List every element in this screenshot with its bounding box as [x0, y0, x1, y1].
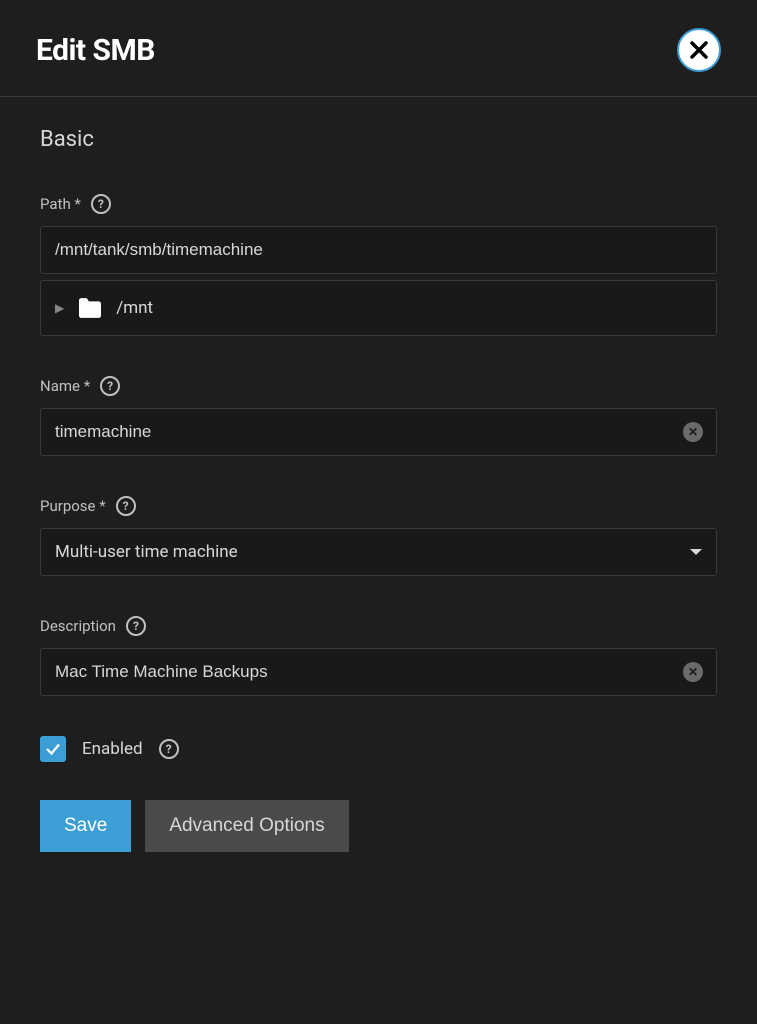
- name-input-wrapper: ✕: [40, 408, 717, 456]
- purpose-select-wrapper: Multi-user time machine: [40, 528, 717, 576]
- description-input[interactable]: [40, 648, 717, 696]
- path-field: Path * ? ▶ /mnt: [40, 194, 717, 336]
- close-icon: ✕: [688, 425, 698, 439]
- chevron-down-icon: [690, 549, 702, 555]
- tree-expand-icon[interactable]: ▶: [55, 301, 64, 315]
- page-title: Edit SMB: [36, 33, 155, 68]
- panel-header: Edit SMB: [0, 0, 757, 97]
- help-icon[interactable]: ?: [126, 616, 146, 636]
- description-field: Description ? ✕: [40, 616, 717, 696]
- name-input[interactable]: [40, 408, 717, 456]
- save-button[interactable]: Save: [40, 800, 131, 852]
- clear-description-button[interactable]: ✕: [683, 662, 703, 682]
- section-title: Basic: [40, 127, 717, 152]
- path-tree-item[interactable]: ▶ /mnt: [40, 280, 717, 336]
- button-row: Save Advanced Options: [40, 800, 717, 852]
- description-input-wrapper: ✕: [40, 648, 717, 696]
- tree-item-label: /mnt: [116, 298, 153, 318]
- close-icon: [687, 38, 711, 62]
- name-field: Name * ? ✕: [40, 376, 717, 456]
- name-label: Name *: [40, 377, 90, 395]
- path-label-row: Path * ?: [40, 194, 717, 214]
- enabled-checkbox[interactable]: [40, 736, 66, 762]
- enabled-row: Enabled ?: [40, 736, 717, 762]
- advanced-options-button[interactable]: Advanced Options: [145, 800, 348, 852]
- path-input[interactable]: [40, 226, 717, 274]
- close-button[interactable]: [677, 28, 721, 72]
- clear-name-button[interactable]: ✕: [683, 422, 703, 442]
- help-icon[interactable]: ?: [100, 376, 120, 396]
- edit-smb-panel: Edit SMB Basic Path * ? ▶ /mnt: [0, 0, 757, 1024]
- purpose-field: Purpose * ? Multi-user time machine: [40, 496, 717, 576]
- enabled-label: Enabled: [82, 739, 143, 759]
- purpose-select[interactable]: Multi-user time machine: [40, 528, 717, 576]
- help-icon[interactable]: ?: [159, 739, 179, 759]
- purpose-label-row: Purpose * ?: [40, 496, 717, 516]
- purpose-label: Purpose *: [40, 497, 106, 515]
- description-label-row: Description ?: [40, 616, 717, 636]
- description-label: Description: [40, 617, 116, 635]
- help-icon[interactable]: ?: [91, 194, 111, 214]
- folder-icon: [76, 297, 104, 319]
- checkmark-icon: [44, 740, 62, 758]
- help-icon[interactable]: ?: [116, 496, 136, 516]
- name-label-row: Name * ?: [40, 376, 717, 396]
- path-label: Path *: [40, 195, 81, 213]
- panel-content: Basic Path * ? ▶ /mnt Name * ?: [0, 97, 757, 1024]
- close-icon: ✕: [688, 665, 698, 679]
- purpose-value: Multi-user time machine: [55, 542, 238, 562]
